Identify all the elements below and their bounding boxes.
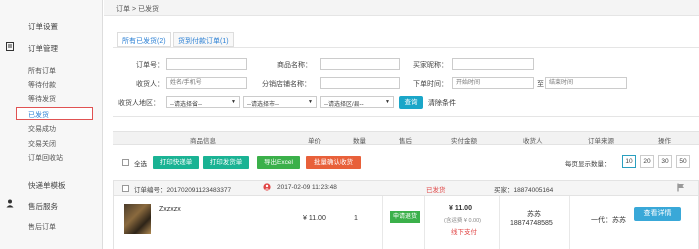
district-select-value: --请选择区/县--	[324, 102, 364, 108]
sidebar-item-shipped[interactable]: 已发货	[28, 110, 49, 120]
clear-filters-link[interactable]: 清除条件	[428, 98, 456, 108]
sidebar-item-recycle-bin[interactable]: 订单回收站	[28, 153, 63, 163]
breadcrumb: 订单 > 已发货	[116, 6, 159, 13]
document-icon	[6, 42, 14, 51]
th-paid-amount: 实付金额	[451, 138, 477, 145]
product-name-input[interactable]	[320, 58, 400, 70]
buyer-nick-input[interactable]	[452, 58, 534, 70]
city-select[interactable]: --请选择市-- ▼	[243, 96, 317, 108]
divider	[499, 196, 500, 249]
product-thumbnail[interactable]	[124, 204, 151, 234]
dist-shop-input[interactable]	[320, 77, 400, 89]
select-all-label: 全选	[134, 161, 147, 168]
receiver-name: 苏苏	[527, 211, 541, 218]
end-time-input[interactable]	[545, 77, 627, 89]
batch-confirm-button[interactable]: 批量确认收货	[306, 156, 361, 169]
to-label: 至	[537, 81, 544, 88]
sidebar-item-all-orders[interactable]: 所有订单	[28, 66, 56, 76]
quantity: 1	[354, 215, 358, 222]
chevron-down-icon: ▼	[308, 99, 313, 105]
sidebar-item-order-settings[interactable]: 订单设置	[28, 21, 58, 32]
order-no-label: 订单号：	[136, 62, 164, 69]
user-icon	[6, 199, 14, 208]
th-receiver: 收货人	[523, 138, 543, 145]
receiver-input[interactable]	[166, 77, 247, 89]
product-name[interactable]: Zxzxzx	[159, 206, 181, 213]
district-select[interactable]: --请选择区/县-- ▼	[320, 96, 394, 108]
city-select-value: --请选择市--	[247, 102, 279, 108]
sidebar-item-express-template[interactable]: 快递单模板	[28, 180, 66, 191]
payment-method: 线下支付	[451, 229, 477, 236]
per-page-label: 每页显示数量：	[565, 161, 611, 168]
sidebar-item-awaiting-shipment[interactable]: 等待发货	[28, 94, 56, 104]
unit-price: ¥ 11.00	[303, 215, 326, 222]
apply-return-button[interactable]: 申请退货	[390, 211, 420, 223]
order-time: 2017-02-09 11:23:48	[277, 184, 337, 191]
province-select-value: --请选择省--	[170, 102, 202, 108]
shipping-fee: (含运费 ¥ 0.00)	[444, 218, 481, 224]
th-product-info: 商品信息	[190, 138, 216, 145]
th-after-sales: 售后	[399, 138, 412, 145]
th-quantity: 数量	[353, 138, 366, 145]
per-page-option-30[interactable]: 30	[658, 155, 672, 168]
divider	[424, 196, 425, 249]
order-time-label: 下单时间：	[413, 81, 448, 88]
print-express-button[interactable]: 打印快递单	[153, 156, 199, 169]
th-actions: 操作	[658, 138, 671, 145]
view-detail-button[interactable]: 查看详情	[634, 207, 681, 221]
order-no-input[interactable]	[166, 58, 247, 70]
province-select[interactable]: --请选择省-- ▼	[166, 96, 240, 108]
dist-shop-label: 分销店铺名称：	[262, 81, 311, 88]
order-source: 一代：苏苏	[591, 217, 626, 224]
divider	[382, 196, 383, 249]
receiver-label: 收货人：	[136, 81, 164, 88]
sidebar-item-order-management[interactable]: 订单管理	[28, 43, 58, 54]
sidebar: 订单设置 订单管理 所有订单 等待付款 等待发货 已发货 交易成功 交易关闭 订…	[0, 0, 103, 249]
select-all-checkbox[interactable]	[122, 159, 129, 166]
query-button[interactable]: 查询	[399, 96, 423, 109]
per-page-option-50[interactable]: 50	[676, 155, 690, 168]
paid-amount: ¥ 11.00	[449, 205, 472, 212]
divider	[569, 196, 570, 249]
breadcrumb-bar: 订单 > 已发货	[104, 0, 699, 16]
export-excel-button[interactable]: 导出Excel	[257, 156, 300, 169]
tab-all-shipped[interactable]: 所有已发货(2)	[117, 32, 171, 47]
bulk-toolbar: 全选 打印快递单 打印发货单 导出Excel 批量确认收货 每页显示数量： 10…	[113, 153, 699, 171]
sidebar-item-after-sales[interactable]: 售后服务	[28, 201, 58, 212]
flag-icon[interactable]	[677, 183, 685, 194]
order-status: 已发货	[426, 187, 446, 194]
receiver-phone: 18874748585	[510, 220, 553, 227]
user-alert-icon	[263, 183, 271, 193]
product-name-label: 商品名称：	[277, 62, 312, 69]
tab-cod-orders[interactable]: 货到付款订单(1)	[173, 32, 234, 47]
chevron-down-icon: ▼	[385, 99, 390, 105]
table-header: 商品信息 单价 数量 售后 实付金额 收货人 订单来源 操作	[113, 131, 699, 145]
print-invoice-button[interactable]: 打印发货单	[203, 156, 249, 169]
sidebar-item-closed[interactable]: 交易关闭	[28, 139, 56, 149]
per-page-option-20[interactable]: 20	[640, 155, 654, 168]
sidebar-item-completed[interactable]: 交易成功	[28, 124, 56, 134]
sidebar-item-after-sales-orders[interactable]: 售后订单	[28, 222, 56, 232]
per-page-option-10[interactable]: 10	[622, 155, 636, 168]
order-number: 订单编号：2017020911234833​77	[134, 187, 232, 194]
start-time-input[interactable]	[452, 77, 534, 89]
sidebar-item-awaiting-payment[interactable]: 等待付款	[28, 80, 56, 90]
buyer-nick-label: 买家昵称：	[413, 62, 448, 69]
th-unit-price: 单价	[308, 138, 321, 145]
order-header: 订单编号：2017020911234833​77 2017-02-09 11:2…	[113, 180, 699, 196]
order-checkbox[interactable]	[122, 185, 129, 192]
th-order-source: 订单来源	[588, 138, 614, 145]
chevron-down-icon: ▼	[231, 99, 236, 105]
order-row: Zxzxzx ¥ 11.00 1 申请退货 ¥ 11.00 (含运费 ¥ 0.0…	[113, 196, 699, 249]
region-label: 收货人地区：	[118, 100, 160, 107]
buyer-info: 买家：18874005164	[494, 187, 554, 194]
